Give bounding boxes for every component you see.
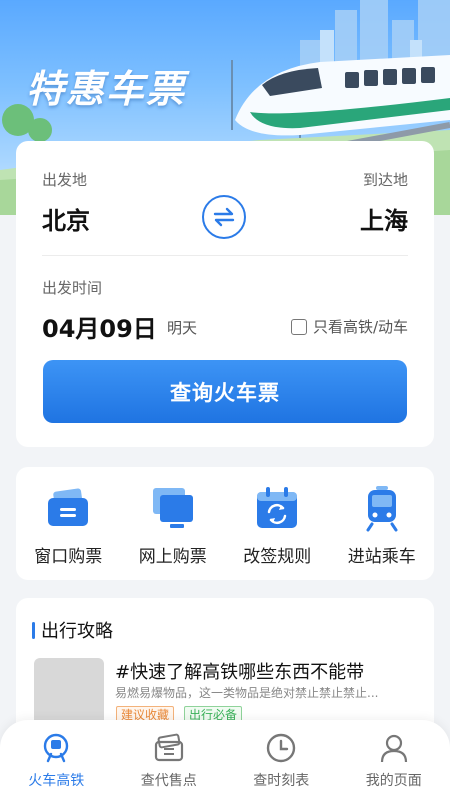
tab-ticket-agent[interactable]: 查代售点 (119, 732, 219, 800)
user-icon (380, 734, 407, 763)
guide-title: 出行攻略 (41, 621, 113, 642)
from-label: 出发地 (42, 171, 88, 189)
tab-my-page[interactable]: 我的页面 (344, 732, 444, 800)
query-tickets-button[interactable]: 查询火车票 (43, 360, 407, 423)
services-card: 窗口购票 网上购票 改签规则 进站乘车 (16, 467, 434, 580)
ticket-agent-icon (154, 733, 183, 762)
checkbox-icon[interactable] (290, 318, 307, 335)
date-label: 出发时间 (42, 279, 103, 297)
divider (42, 255, 408, 256)
service-label: 进站乘车 (347, 547, 416, 567)
ticket-window-icon (48, 488, 89, 526)
train-boarding-icon (366, 486, 398, 532)
service-label: 窗口购票 (34, 547, 103, 567)
swap-cities-button[interactable] (202, 195, 246, 239)
online-purchase-icon (152, 488, 193, 528)
guide-accent-bar (32, 621, 35, 639)
tab-label: 火车高铁 (28, 773, 85, 789)
article-title[interactable]: #快速了解高铁哪些东西不能带 (115, 658, 364, 684)
article-thumbnail[interactable] (34, 658, 104, 728)
tab-label: 查代售点 (140, 773, 197, 789)
departure-date[interactable]: 04月09日 (42, 309, 157, 344)
swap-arrows-icon (213, 207, 235, 227)
service-label: 改签规则 (243, 547, 312, 567)
guide-header: 出行攻略 (32, 617, 113, 643)
tab-label: 我的页面 (365, 773, 422, 789)
bottom-tab-bar: 火车高铁 查代售点 查时刻表 我的页面 (0, 720, 450, 800)
article-description: 易燃易爆物品，这一类物品是绝对禁止禁止禁止... (115, 686, 379, 700)
hero-title: 特惠车票 (26, 67, 187, 111)
search-card: 出发地 到达地 北京 上海 出发时间 04月09日 明天 只看高铁/动车 查询火… (16, 141, 434, 447)
departure-weekday: 明天 (167, 319, 198, 337)
tab-train[interactable]: 火车高铁 (6, 732, 106, 800)
reschedule-calendar-icon (257, 487, 298, 528)
from-city[interactable]: 北京 (42, 201, 90, 236)
service-online-purchase[interactable]: 网上购票 (123, 484, 223, 580)
tab-label: 查时刻表 (253, 773, 310, 789)
service-reschedule-rules[interactable]: 改签规则 (227, 484, 327, 580)
tab-timetable[interactable]: 查时刻表 (231, 732, 331, 800)
service-boarding[interactable]: 进站乘车 (332, 484, 432, 580)
to-city[interactable]: 上海 (360, 201, 408, 236)
clock-icon (267, 733, 296, 763)
service-window-purchase[interactable]: 窗口购票 (18, 484, 118, 580)
service-label: 网上购票 (138, 547, 207, 567)
to-label: 到达地 (362, 171, 408, 189)
highspeed-only-label: 只看高铁/动车 (312, 318, 408, 336)
train-icon (44, 733, 69, 763)
highspeed-only-checkbox[interactable]: 只看高铁/动车 (290, 316, 408, 337)
